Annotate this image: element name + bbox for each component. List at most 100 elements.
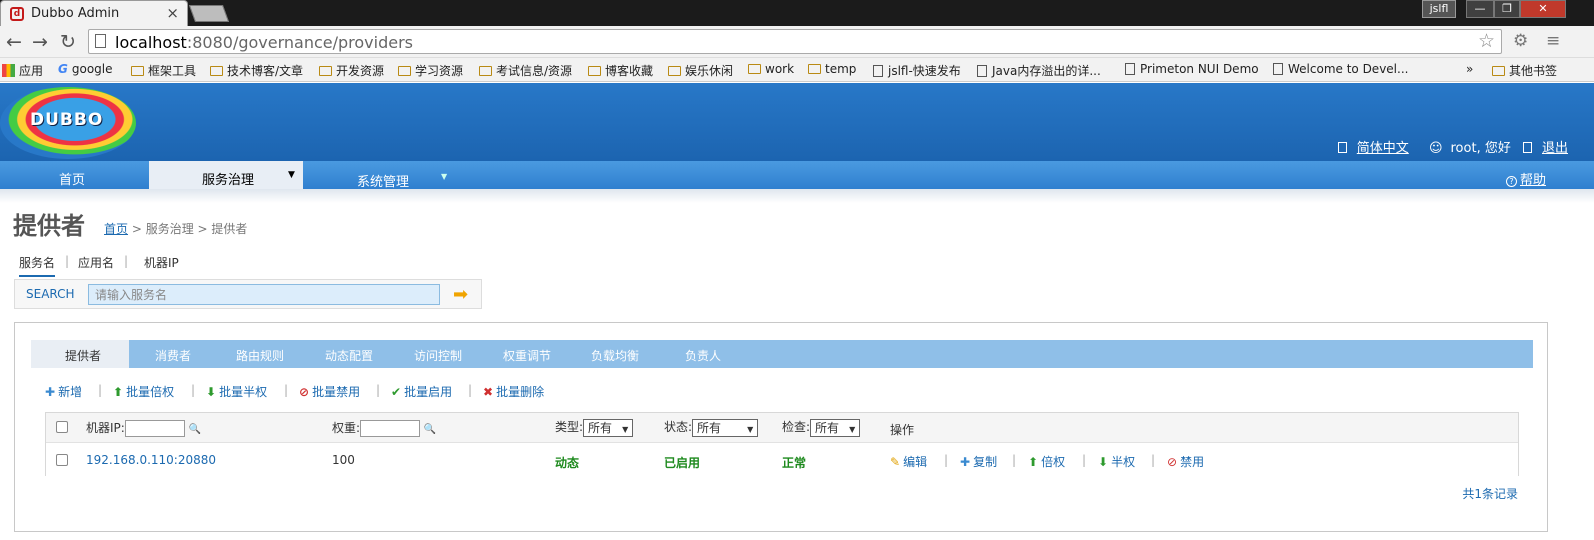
- close-window-button[interactable]: ✕: [1520, 0, 1566, 18]
- page-icon: [1273, 63, 1283, 75]
- select-all-checkbox[interactable]: [56, 421, 68, 433]
- main-nav: 首页 服务治理 ▼ 系统管理 ▼ ? 帮助: [0, 161, 1594, 190]
- search-tab-service[interactable]: 服务名: [19, 254, 56, 277]
- double-weight-link[interactable]: ⬆ 倍权: [1028, 453, 1065, 470]
- profile-badge[interactable]: jslfl: [1422, 0, 1456, 18]
- chevron-down-icon: ▼: [747, 424, 754, 434]
- provider-address-link[interactable]: 192.168.0.110:20880: [86, 453, 216, 467]
- maximize-button[interactable]: ❐: [1494, 0, 1520, 18]
- check-select[interactable]: 所有 ▼: [810, 418, 861, 437]
- browser-tab-active[interactable]: d Dubbo Admin ×: [0, 0, 188, 26]
- weight-filter-input[interactable]: [360, 420, 421, 437]
- status-select[interactable]: 所有 ▼: [692, 418, 759, 437]
- divider: |: [284, 383, 289, 397]
- divider: |: [191, 383, 196, 397]
- help-link[interactable]: ? 帮助: [1505, 169, 1546, 188]
- half-weight-link[interactable]: ⬇ 半权: [1098, 453, 1135, 470]
- divider: |: [944, 453, 949, 467]
- back-arrow-icon[interactable]: ←: [6, 31, 22, 53]
- bookmark-item[interactable]: temp: [808, 62, 856, 76]
- search-icon[interactable]: 🔍: [424, 424, 436, 435]
- tab-overrides[interactable]: 动态配置: [325, 347, 373, 364]
- page-icon: [977, 65, 987, 77]
- divider: |: [98, 383, 103, 397]
- search-box: SEARCH ➡: [14, 279, 482, 309]
- search-tab-app[interactable]: 应用名: [78, 254, 114, 271]
- search-input[interactable]: [88, 284, 440, 305]
- add-button[interactable]: ✚ 新增: [45, 383, 82, 400]
- tab-owners[interactable]: 负责人: [685, 347, 721, 364]
- logo-text: DUBBO: [30, 110, 104, 130]
- search-tab-ip[interactable]: 机器IP: [144, 254, 179, 271]
- bookmark-item[interactable]: 博客收藏: [588, 62, 653, 79]
- folder-icon: [210, 66, 223, 76]
- batch-enable-button[interactable]: ✔ 批量启用: [391, 383, 452, 400]
- tab-close-icon[interactable]: ×: [166, 4, 179, 22]
- batch-delete-button[interactable]: ✖ 批量删除: [483, 383, 544, 400]
- bookmark-item[interactable]: 应用: [2, 62, 43, 79]
- bookmark-item[interactable]: jslfl-快速发布: [873, 62, 961, 79]
- new-tab-button[interactable]: [188, 5, 230, 22]
- bookmark-item[interactable]: Ggoogle: [58, 62, 113, 76]
- search-icon[interactable]: 🔍: [189, 424, 201, 435]
- disable-link[interactable]: ⊘ 禁用: [1167, 453, 1204, 470]
- tab-routes[interactable]: 路由规则: [236, 347, 284, 364]
- bookmark-item[interactable]: 技术博客/文章: [210, 62, 303, 79]
- nav-system[interactable]: 系统管理: [357, 171, 409, 190]
- bookmark-item[interactable]: Welcome to Devel...: [1273, 62, 1408, 76]
- type-filter: 类型: 所有 ▼: [555, 418, 634, 437]
- bookmark-star-icon[interactable]: ☆: [1478, 30, 1495, 52]
- batch-half-weight-button[interactable]: ⬇ 批量半权: [206, 383, 267, 400]
- bookmark-item[interactable]: work: [748, 62, 794, 76]
- extension-icon[interactable]: ⚙: [1513, 31, 1528, 51]
- total-records: 共1条记录: [1462, 487, 1518, 501]
- providers-panel: 提供者 消费者 路由规则 动态配置 访问控制 权重调节 负载均衡 负责人 ✚ 新增…: [14, 322, 1548, 532]
- url-text: localhost:8080/governance/providers: [115, 33, 413, 52]
- bookmark-item[interactable]: Java内存溢出的详...: [977, 62, 1101, 79]
- bookmark-item[interactable]: 其他书签: [1492, 62, 1557, 79]
- type-select[interactable]: 所有 ▼: [583, 418, 634, 437]
- reload-icon[interactable]: ↻: [60, 31, 76, 53]
- copy-link[interactable]: ✚ 复制: [960, 453, 997, 470]
- minimize-button[interactable]: —: [1466, 0, 1494, 18]
- ops-header: 操作: [890, 423, 915, 437]
- pencil-icon: ✎: [890, 455, 901, 469]
- nav-home[interactable]: 首页: [59, 169, 85, 188]
- chevron-down-icon: ▼: [288, 170, 295, 180]
- menu-icon[interactable]: ≡: [1546, 31, 1560, 51]
- row-checkbox[interactable]: [56, 454, 68, 466]
- batch-double-weight-button[interactable]: ⬆ 批量倍权: [113, 383, 174, 400]
- tab-providers[interactable]: 提供者: [31, 340, 129, 368]
- user-icon: ☺: [1428, 141, 1443, 156]
- forward-arrow-icon[interactable]: →: [32, 31, 48, 53]
- type-value: 动态: [555, 456, 580, 470]
- bookmark-item[interactable]: Primeton NUI Demo: [1125, 62, 1259, 76]
- arrow-down-icon: ⬇: [1098, 455, 1109, 469]
- bookmark-item[interactable]: 学习资源: [398, 62, 463, 79]
- logout-link[interactable]: 退出: [1522, 141, 1568, 156]
- bookmark-item[interactable]: 框架工具: [131, 62, 196, 79]
- tab-loadbalance[interactable]: 负载均衡: [591, 347, 639, 364]
- tab-weights[interactable]: 权重调节: [503, 347, 551, 364]
- nav-governance[interactable]: 服务治理 ▼: [149, 161, 303, 189]
- batch-disable-button[interactable]: ⊘ 批量禁用: [299, 383, 360, 400]
- folder-icon: [479, 66, 492, 76]
- plus-icon: ✚: [45, 385, 56, 399]
- language-link[interactable]: 简体中文: [1337, 141, 1409, 156]
- edit-link[interactable]: ✎ 编辑: [890, 453, 927, 470]
- bookmark-item[interactable]: 考试信息/资源: [479, 62, 572, 79]
- tab-access[interactable]: 访问控制: [414, 347, 462, 364]
- x-icon: ✖: [483, 385, 494, 399]
- search-go-arrow-icon[interactable]: ➡: [453, 284, 468, 305]
- divider: |: [1012, 453, 1017, 467]
- bookmark-item[interactable]: 娱乐休闲: [668, 62, 733, 79]
- url-input[interactable]: localhost:8080/governance/providers ☆: [88, 29, 1502, 54]
- bookmark-item[interactable]: 开发资源: [319, 62, 384, 79]
- tab-consumers[interactable]: 消费者: [155, 347, 191, 364]
- divider: |: [65, 254, 70, 268]
- bookmarks-overflow-button[interactable]: »: [1466, 62, 1473, 76]
- browser-titlebar: d Dubbo Admin × jslfl — ❐ ✕: [0, 0, 1594, 26]
- ip-filter-input[interactable]: [124, 420, 185, 437]
- header-links: 简体中文 ☺ root, 您好 退出: [1330, 137, 1568, 156]
- breadcrumb-home[interactable]: 首页: [104, 222, 128, 236]
